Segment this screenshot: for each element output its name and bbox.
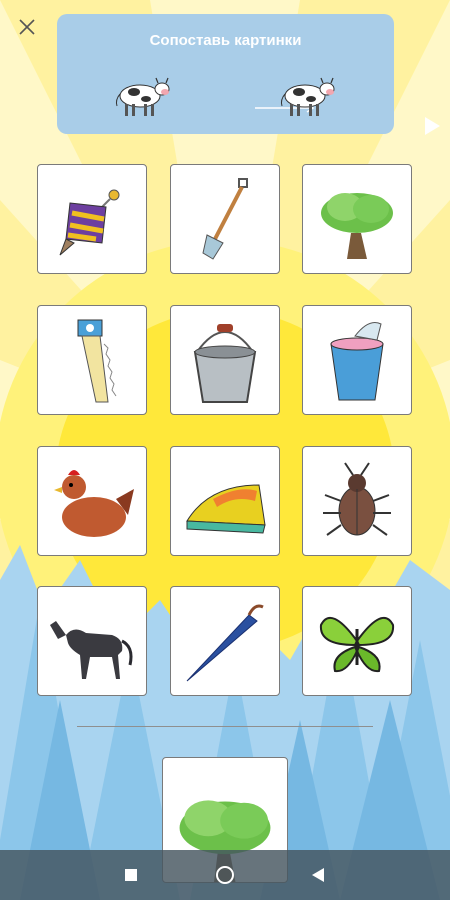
- saw-icon: [77, 319, 117, 403]
- card-umbrella[interactable]: [170, 586, 280, 696]
- umbrella-icon: [186, 604, 264, 682]
- cow-example-icon: [280, 77, 335, 116]
- shovel-icon: [202, 178, 248, 260]
- play-icon[interactable]: [423, 116, 441, 136]
- card-saw[interactable]: [37, 305, 147, 415]
- butterfly-icon: [319, 616, 395, 673]
- divider: [77, 726, 373, 727]
- horse-icon: [50, 621, 133, 679]
- spinning-top-icon: [59, 189, 120, 256]
- circle-icon: [216, 866, 234, 884]
- home-button[interactable]: [213, 863, 237, 887]
- triangle-back-icon: [312, 868, 324, 882]
- card-horse[interactable]: [37, 586, 147, 696]
- card-iron[interactable]: [170, 446, 280, 556]
- back-button[interactable]: [306, 863, 330, 887]
- card-bucket[interactable]: [170, 305, 280, 415]
- card-shovel[interactable]: [170, 164, 280, 274]
- close-button[interactable]: [12, 12, 42, 42]
- card-tree[interactable]: [302, 164, 412, 274]
- square-icon: [125, 869, 137, 881]
- recents-button[interactable]: [119, 863, 143, 887]
- iron-icon: [186, 484, 266, 534]
- yogurt-cup-icon: [330, 322, 384, 401]
- instruction-banner: Сопоставь картинки: [57, 14, 440, 135]
- card-yogurt-cup[interactable]: [302, 305, 412, 415]
- cow-example-icon: [115, 77, 170, 116]
- banner-title: Сопоставь картинки: [149, 32, 302, 49]
- beetle-icon: [323, 462, 391, 536]
- tree-icon: [321, 193, 393, 259]
- card-butterfly[interactable]: [302, 586, 412, 696]
- card-beetle[interactable]: [302, 446, 412, 556]
- hen-icon: [54, 470, 134, 537]
- bucket-icon: [193, 324, 257, 403]
- system-navigation-bar: [0, 850, 450, 900]
- card-hen[interactable]: [37, 446, 147, 556]
- close-icon: [19, 19, 35, 35]
- card-spinning-top[interactable]: [37, 164, 147, 274]
